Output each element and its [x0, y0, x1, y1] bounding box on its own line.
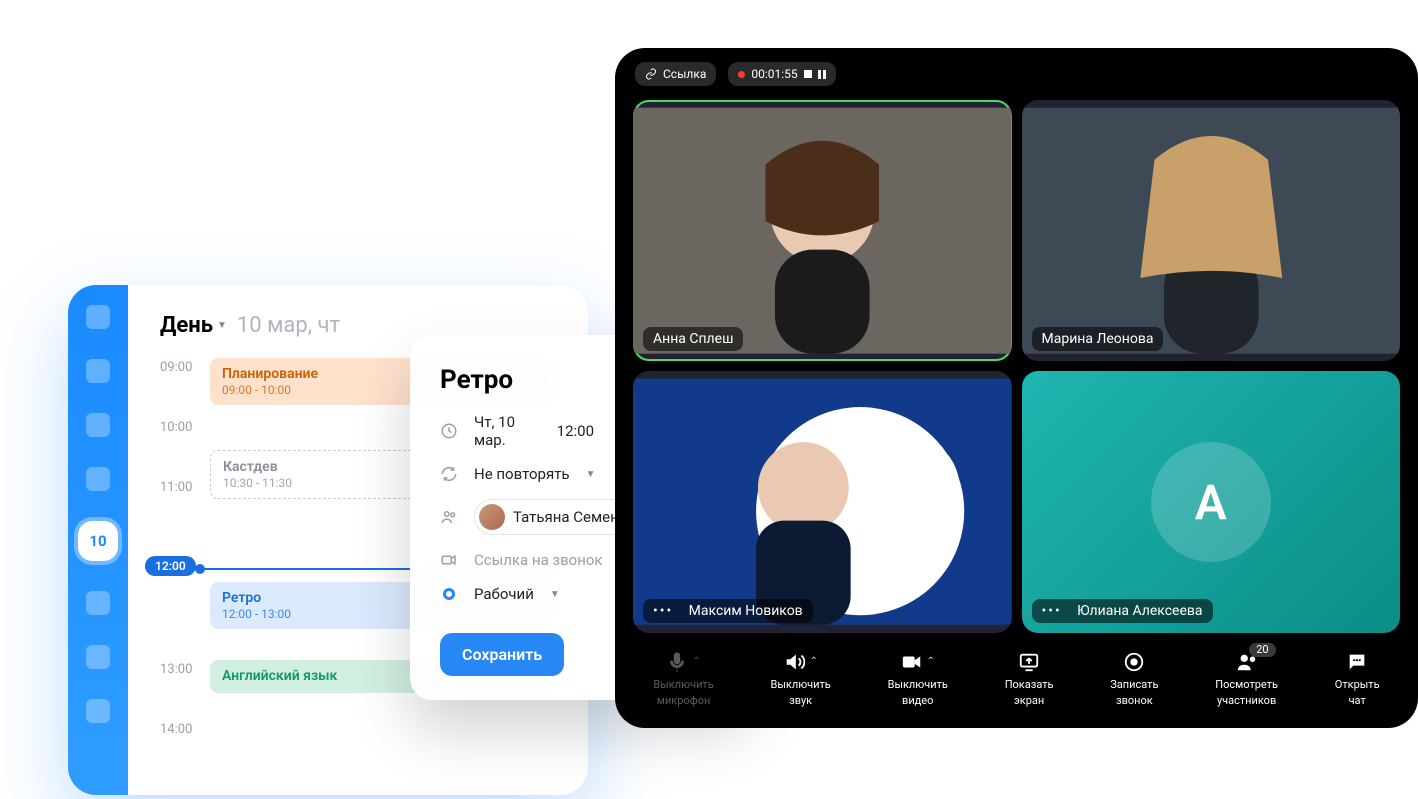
sidebar-dot[interactable]: [86, 305, 110, 329]
label: видео: [902, 695, 933, 708]
mute-mic-button[interactable]: ⌃ Выключить микрофон: [653, 649, 713, 708]
sidebar-dot[interactable]: [86, 645, 110, 669]
chat-icon: [1346, 651, 1368, 673]
video-feed: [633, 371, 1012, 632]
now-time: 12:00: [145, 556, 196, 576]
video-icon: [901, 651, 923, 673]
repeat-label: Не повторять: [474, 465, 570, 483]
record-call-button[interactable]: Записать звонок: [1110, 649, 1158, 708]
mute-sound-button[interactable]: ⌃ Выключить звук: [771, 649, 831, 708]
label: экран: [1014, 695, 1044, 708]
video-link-icon: [440, 551, 458, 569]
calendar-color-icon: [440, 585, 458, 603]
save-button[interactable]: Сохранить: [440, 633, 564, 676]
participant-tile[interactable]: ✋ Марина Леонова: [1022, 100, 1401, 361]
participant-tile[interactable]: А ••• Юлиана Алексеева: [1022, 371, 1401, 632]
label: Записать: [1110, 679, 1158, 692]
hour-label: 13:00: [160, 660, 210, 677]
calendar-date-label: 10 мар, чт: [237, 313, 340, 338]
share-screen-button[interactable]: Показать экран: [1005, 649, 1054, 708]
videocall-window: Ссылка 00:01:55 Анна Сплеш ✋ Марина Леон…: [615, 48, 1418, 728]
sidebar-dot[interactable]: [86, 413, 110, 437]
call-toolbar: ⌃ Выключить микрофон ⌃ Выключить звук ⌃ …: [615, 633, 1418, 728]
label: Показать: [1005, 679, 1054, 692]
participant-name: Марина Леонова: [1032, 327, 1164, 351]
popup-start: 12:00: [557, 422, 594, 440]
participants-grid: Анна Сплеш ✋ Марина Леонова ••• Максим Н…: [615, 100, 1418, 633]
chevron-up-icon: ⌃: [809, 656, 817, 668]
participant-name: ••• Максим Новиков: [643, 599, 813, 623]
recording-indicator[interactable]: 00:01:55: [728, 62, 835, 86]
pause-icon[interactable]: [818, 70, 826, 79]
link-icon: [645, 68, 657, 80]
copy-link-button[interactable]: Ссылка: [635, 62, 716, 86]
stop-icon[interactable]: [804, 70, 812, 78]
link-placeholder: Ссылка на звонок: [474, 551, 603, 569]
mute-video-button[interactable]: ⌃ Выключить видео: [888, 649, 948, 708]
sidebar-dot[interactable]: [86, 467, 110, 491]
video-feed: [1022, 100, 1401, 361]
avatar: [479, 504, 505, 530]
sidebar-day-chip[interactable]: 10: [78, 521, 118, 561]
popup-date: Чт, 10 мар.: [474, 413, 521, 449]
calendar-view-label: День: [160, 313, 213, 338]
now-dot-icon: [195, 564, 205, 574]
record-icon: [1123, 651, 1145, 673]
chevron-down-icon: ▼: [217, 320, 227, 331]
hour-label: 10:00: [160, 418, 210, 435]
screen-share-icon: [1018, 651, 1040, 673]
call-topbar: Ссылка 00:01:55: [615, 48, 1418, 100]
open-chat-button[interactable]: Открыть чат: [1335, 649, 1380, 708]
chevron-down-icon: ▼: [586, 469, 596, 480]
label: Посмотреть: [1215, 679, 1278, 692]
hour-label: 14:00: [160, 720, 210, 737]
clock-icon: [440, 422, 458, 440]
link-label: Ссылка: [663, 67, 706, 81]
chevron-up-icon: ⌃: [927, 656, 935, 668]
chevron-up-icon: ⌃: [692, 656, 700, 668]
label: Выключить: [653, 679, 713, 692]
hour-label: 11:00: [160, 478, 210, 495]
more-dots-icon: •••: [1042, 603, 1062, 619]
video-feed: [633, 100, 1012, 361]
more-dots-icon: •••: [653, 603, 673, 619]
people-icon: [440, 508, 458, 526]
label: участников: [1217, 695, 1276, 708]
chevron-down-icon: ▼: [550, 589, 560, 600]
repeat-icon: [440, 465, 458, 483]
participant-tile[interactable]: Анна Сплеш: [633, 100, 1012, 361]
call-timer: 00:01:55: [751, 67, 797, 81]
sidebar-dot[interactable]: [86, 591, 110, 615]
label: Выключить: [771, 679, 831, 692]
label: Выключить: [888, 679, 948, 692]
label: микрофон: [657, 695, 711, 708]
calendar-view-selector[interactable]: День ▼: [160, 313, 227, 338]
sound-icon: [783, 651, 805, 673]
hour-label: 09:00: [160, 358, 210, 375]
calendar-label: Рабочий: [474, 585, 534, 603]
label: Открыть: [1335, 679, 1380, 692]
label: звонок: [1116, 695, 1153, 708]
participant-name: Анна Сплеш: [643, 327, 743, 351]
popup-title: Ретро: [440, 365, 513, 395]
participant-name: ••• Юлиана Алексеева: [1032, 599, 1213, 623]
record-dot-icon: [738, 71, 745, 78]
sidebar-dot[interactable]: [86, 359, 110, 383]
calendar-sidebar: 10: [68, 285, 128, 795]
hour-label: [160, 582, 210, 584]
mic-icon: [666, 651, 688, 673]
show-participants-button[interactable]: 20 Посмотреть участников: [1215, 649, 1278, 708]
label: звук: [789, 695, 812, 708]
avatar-letter: А: [1151, 442, 1271, 562]
participant-tile[interactable]: ••• Максим Новиков: [633, 371, 1012, 632]
label: чат: [1349, 695, 1366, 708]
participant-count: 20: [1249, 643, 1275, 658]
sidebar-dot[interactable]: [86, 699, 110, 723]
